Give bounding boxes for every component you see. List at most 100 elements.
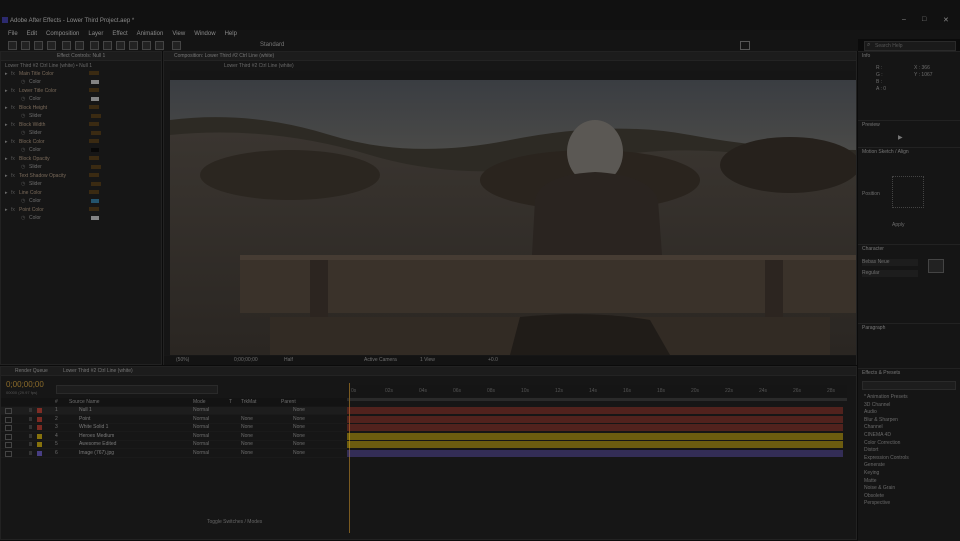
close-icon[interactable]: ✕ (943, 16, 949, 24)
label-color[interactable] (37, 450, 42, 456)
stopwatch-icon[interactable]: ◷ (21, 198, 25, 204)
text-tool-icon[interactable] (116, 41, 125, 50)
layer-name[interactable]: White Solid 1 (79, 424, 108, 430)
reset-link[interactable] (89, 139, 99, 143)
timeline-layer-row[interactable]: 5 Awesome Edited Normal None None (1, 441, 347, 449)
info-tab-label[interactable]: Info (862, 53, 870, 59)
preview-tab-label[interactable]: Preview (862, 122, 880, 128)
layer-duration-bar[interactable] (347, 432, 843, 440)
visibility-eye-icon[interactable] (5, 450, 12, 457)
label-color[interactable] (37, 408, 42, 413)
trkmat-dropdown[interactable]: None (241, 433, 253, 439)
composition-viewer[interactable] (170, 80, 856, 355)
label-color[interactable] (37, 433, 42, 439)
selection-tool-icon[interactable] (8, 41, 17, 50)
effects-search-input[interactable] (862, 381, 956, 390)
trkmat-dropdown[interactable]: None (241, 441, 253, 447)
fx-icon[interactable]: fx (11, 122, 15, 128)
effects-category-item[interactable]: Generate (864, 462, 885, 468)
minimize-icon[interactable]: – (902, 16, 906, 23)
menu-file[interactable]: File (8, 31, 18, 37)
paragraph-tab-label[interactable]: Paragraph (862, 325, 885, 331)
visibility-eye-icon[interactable] (5, 425, 12, 431)
color-swatch[interactable] (91, 80, 99, 84)
effects-category-item[interactable]: Noise & Grain (864, 485, 895, 491)
zoom-tool-icon[interactable] (34, 41, 43, 50)
effect-item[interactable]: ▸ fx Block Color (1, 139, 161, 147)
effect-item[interactable]: ▸ fx Block Opacity (1, 156, 161, 164)
font-family-field[interactable]: Bebas Neue (862, 259, 918, 266)
play-icon[interactable]: ▶ (898, 134, 903, 141)
stopwatch-icon[interactable]: ◷ (21, 79, 25, 85)
menu-view[interactable]: View (172, 31, 185, 37)
brush-tool-icon[interactable] (129, 41, 138, 50)
parent-dropdown[interactable]: None (293, 450, 305, 456)
visibility-eye-icon[interactable] (5, 416, 12, 423)
reset-link[interactable] (89, 156, 99, 160)
layer-name[interactable]: Null 1 (79, 407, 92, 413)
effects-category-item[interactable]: Keying (864, 470, 879, 476)
help-search-input[interactable]: ⌕ Search Help (864, 41, 956, 51)
effects-category-item[interactable]: Perspective (864, 500, 890, 506)
apply-button[interactable]: Apply (892, 222, 905, 228)
reset-link[interactable] (89, 173, 99, 177)
eraser-tool-icon[interactable] (155, 41, 164, 50)
align-tab-label[interactable]: Motion Sketch / Align (862, 149, 909, 155)
stopwatch-icon[interactable]: ◷ (21, 113, 25, 119)
layer-duration-bar[interactable] (347, 415, 843, 423)
parent-dropdown[interactable]: None (293, 416, 305, 422)
parent-dropdown[interactable]: None (293, 433, 305, 439)
rotate-tool-icon[interactable] (47, 41, 56, 50)
menu-layer[interactable]: Layer (88, 31, 103, 37)
layer-duration-bar[interactable] (347, 407, 843, 414)
layer-name[interactable]: Awesome Edited (79, 441, 116, 447)
hand-tool-icon[interactable] (21, 41, 30, 50)
lock-icon[interactable] (29, 425, 32, 429)
effects-presets-tab-label[interactable]: Effects & Presets (862, 370, 900, 376)
layer-duration-bar[interactable] (347, 449, 843, 457)
effect-item[interactable]: ▸ fx Block Width (1, 122, 161, 130)
timeline-search-input[interactable] (56, 385, 218, 394)
puppet-tool-icon[interactable] (172, 41, 181, 50)
label-color[interactable] (37, 425, 42, 430)
twirl-icon[interactable]: ▸ (5, 156, 8, 162)
mode-dropdown[interactable]: Normal (193, 416, 209, 422)
mode-dropdown[interactable]: Normal (193, 424, 209, 430)
timecode-label[interactable]: 0;00;00;00 (234, 357, 258, 363)
toggle-switches-modes[interactable]: Toggle Switches / Modes (207, 519, 262, 525)
twirl-icon[interactable]: ▸ (5, 88, 8, 94)
menu-composition[interactable]: Composition (46, 31, 79, 37)
menu-animation[interactable]: Animation (137, 31, 164, 37)
clone-tool-icon[interactable] (142, 41, 151, 50)
reset-link[interactable] (89, 71, 99, 75)
workspace-toggle-icon[interactable] (740, 41, 750, 50)
views-label[interactable]: 1 View (420, 357, 435, 363)
reset-link[interactable] (89, 88, 99, 92)
effects-category-item[interactable]: Distort (864, 447, 878, 453)
timeline-layer-row[interactable]: 1 Null 1 Normal None (1, 407, 347, 415)
reset-link[interactable] (89, 105, 99, 109)
fx-icon[interactable]: fx (11, 88, 15, 94)
parent-dropdown[interactable]: None (293, 407, 305, 413)
magnification-label[interactable]: (50%) (176, 357, 189, 363)
timeline-ruler[interactable]: 0s 02s 04s 06s 08s 10s 12s 14s 16s 18s 20s 22s 24s 26… (347, 385, 847, 397)
effects-category-item[interactable]: Matte (864, 478, 877, 484)
slider-value[interactable] (91, 131, 101, 135)
stopwatch-icon[interactable]: ◷ (21, 164, 25, 170)
pan-behind-tool-icon[interactable] (75, 41, 84, 50)
character-tab-label[interactable]: Character (862, 246, 884, 252)
fx-icon[interactable]: fx (11, 190, 15, 196)
effect-controls-tab[interactable]: Effect Controls: Null 1 (1, 52, 161, 61)
twirl-icon[interactable]: ▸ (5, 190, 8, 196)
camera-label[interactable]: Active Camera (364, 357, 397, 363)
fill-color-swatch[interactable] (928, 259, 944, 273)
fx-icon[interactable]: fx (11, 173, 15, 179)
pen-tool-icon[interactable] (103, 41, 112, 50)
effects-category-item[interactable]: 3D Channel (864, 402, 890, 408)
timeline-layer-row[interactable]: 2 Point Normal None None (1, 416, 347, 424)
fx-icon[interactable]: fx (11, 105, 15, 111)
color-swatch[interactable] (91, 97, 99, 101)
timeline-layer-row[interactable]: 4 Heroes Medium Normal None None (1, 433, 347, 441)
visibility-eye-icon[interactable] (5, 408, 12, 414)
reset-link[interactable] (89, 207, 99, 211)
